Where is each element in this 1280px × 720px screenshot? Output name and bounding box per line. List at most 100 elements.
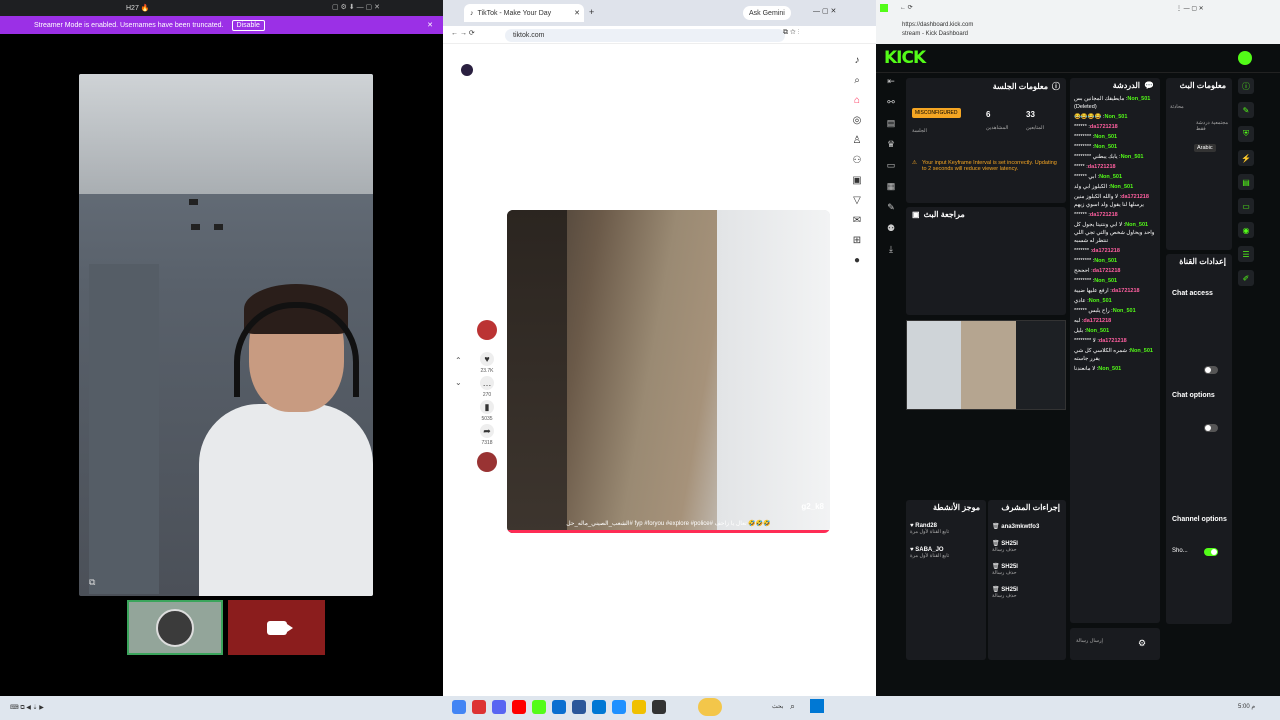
trash-icon[interactable]: 🗑: [992, 524, 1001, 530]
search-box[interactable]: بحث: [772, 703, 783, 710]
chat-username[interactable]: Non_501: [1130, 348, 1153, 354]
link-icon[interactable]: ⚯: [887, 97, 895, 108]
disable-button[interactable]: Disable: [231, 19, 265, 31]
bookmark-icon[interactable]: ▮: [480, 400, 494, 414]
chat-username[interactable]: Non_501: [1089, 298, 1112, 304]
ask-gemini-button[interactable]: Ask Gemini: [743, 6, 791, 20]
chat-username[interactable]: Non_501: [1113, 308, 1136, 314]
youtube-icon[interactable]: [512, 700, 526, 714]
mod-user[interactable]: ana3mkwtfo3: [1001, 524, 1039, 530]
chat-message[interactable]: Non_501: يابك يبطني ********: [1074, 153, 1156, 161]
chat-username[interactable]: Non_501: [1094, 134, 1117, 140]
chat-message[interactable]: da1721218: ******: [1074, 123, 1156, 131]
trophy-icon[interactable]: ♛: [887, 139, 895, 150]
camera-tile[interactable]: [228, 600, 325, 655]
chat-message[interactable]: Non_501: ابي ******: [1074, 173, 1156, 181]
close-tab-icon[interactable]: ✕: [574, 9, 580, 17]
widget-icon[interactable]: [698, 698, 722, 716]
chat-username[interactable]: da1721218: [1088, 164, 1116, 170]
chat-username[interactable]: da1721218: [1121, 194, 1149, 200]
chat-username[interactable]: Non_501: [1094, 278, 1117, 284]
chat-username[interactable]: da1721218: [1090, 212, 1118, 218]
nav-buttons[interactable]: ← ⟳: [900, 4, 913, 11]
live-icon[interactable]: ▣: [852, 175, 861, 186]
kick-icon[interactable]: [532, 700, 546, 714]
chat-username[interactable]: Non_501: [1094, 258, 1117, 264]
comment-icon[interactable]: …: [480, 376, 494, 390]
user-avatar[interactable]: [1238, 51, 1252, 65]
word-icon[interactable]: [572, 700, 586, 714]
start-icon[interactable]: [810, 699, 824, 713]
chat-message[interactable]: da1721218: ******: [1074, 211, 1156, 219]
explorer-icon[interactable]: [632, 700, 646, 714]
toolbar-icons[interactable]: ⧉ ☆ ⋮: [783, 29, 799, 37]
search-icon[interactable]: ⌕: [854, 75, 860, 86]
chat-message[interactable]: da1721218: لبه: [1074, 317, 1156, 325]
activity-icon[interactable]: ▽: [853, 195, 861, 206]
chat-message[interactable]: da1721218: لا والله الكبلوز منين يرسلها …: [1074, 193, 1156, 209]
chat-message[interactable]: Non_501: مايطيقك المجانين بس (Deleted): [1074, 95, 1156, 111]
close-icon[interactable]: ✕: [427, 21, 433, 29]
chat-username[interactable]: da1721218: [1090, 124, 1118, 130]
url-field[interactable]: tiktok.com: [505, 29, 785, 42]
popout-icon[interactable]: ⧉: [89, 577, 95, 588]
bolt-tool-icon[interactable]: ⚡: [1238, 150, 1254, 166]
pen-tool-icon[interactable]: ✐: [1238, 270, 1254, 286]
chat-username[interactable]: da1721218: [1083, 318, 1111, 324]
chat-username[interactable]: Non_501: [1125, 222, 1148, 228]
kick-logo[interactable]: KICK: [884, 48, 926, 68]
window-controls[interactable]: ▢ ⚙ ⬇ — ▢ ✕: [332, 3, 380, 11]
download-icon[interactable]: ⤓: [889, 244, 893, 255]
tiktok-video[interactable]: g2_k8 🤣🤣🤣 تعال يا زاحف #fyp #foryou #exp…: [507, 210, 830, 533]
participant-tile[interactable]: [127, 600, 223, 655]
clip-icon[interactable]: ▤: [887, 118, 896, 129]
list-tool-icon[interactable]: ☰: [1238, 246, 1254, 262]
tools-icon[interactable]: ✎: [887, 202, 895, 213]
chat-message[interactable]: da1721218: احححح: [1074, 267, 1156, 275]
chat-username[interactable]: Non_501: [1086, 328, 1109, 334]
next-video-icon[interactable]: ⌄: [455, 378, 462, 387]
search-icon[interactable]: ⌕: [790, 701, 795, 712]
nav-buttons[interactable]: ← → ⟳: [451, 29, 475, 37]
chat-message[interactable]: da1721218: لا ********: [1074, 337, 1156, 345]
chat-tool-icon[interactable]: ▭: [1238, 198, 1254, 214]
chat-username[interactable]: da1721218: [1099, 338, 1127, 344]
toggle-1[interactable]: [1204, 366, 1218, 376]
chat-message[interactable]: Non_501: بليل: [1074, 327, 1156, 335]
prev-video-icon[interactable]: ⌃: [455, 356, 462, 365]
kick-url[interactable]: https://dashboard.kick.com: [902, 22, 973, 28]
chat-message[interactable]: da1721218: ارفع عليها ضبية: [1074, 287, 1156, 295]
chat-username[interactable]: Non_501: [1127, 96, 1150, 102]
edge-icon[interactable]: [592, 700, 606, 714]
chat-message[interactable]: Non_501: ********: [1074, 277, 1156, 285]
chat-message[interactable]: Non_501: راح يلبس ******: [1074, 307, 1156, 315]
profile-avatar[interactable]: [461, 64, 473, 76]
app-icon[interactable]: [652, 700, 666, 714]
video-progress-bar[interactable]: [507, 530, 830, 533]
chat-message[interactable]: Non_501: عادي: [1074, 297, 1156, 305]
home-icon[interactable]: ⌂: [854, 95, 860, 106]
upload-icon[interactable]: ⊞: [853, 235, 861, 246]
chat-username[interactable]: Non_501: [1099, 174, 1122, 180]
language-tag[interactable]: Arabic: [1194, 144, 1216, 152]
stream-preview[interactable]: [906, 320, 1066, 410]
chat-message[interactable]: da1721218: *****: [1074, 163, 1156, 171]
profile-icon[interactable]: ●: [854, 255, 860, 266]
chat-message[interactable]: Non_501: شمره الكلاسي كل شي يقرر جاسته: [1074, 347, 1156, 363]
like-icon[interactable]: ♥: [480, 352, 494, 366]
sound-disc[interactable]: [477, 452, 497, 472]
chat-username[interactable]: Non_501: [1121, 154, 1144, 160]
chat-username[interactable]: Non_501: [1094, 144, 1117, 150]
explore-icon[interactable]: ◎: [853, 115, 862, 126]
webcam-video[interactable]: ⧉: [79, 74, 373, 596]
chat-message[interactable]: Non_501: لا ابي ونتنيتا يجول كل واحد ويح…: [1074, 221, 1156, 245]
chat-username[interactable]: Non_501: [1110, 184, 1133, 190]
chat-message[interactable]: Non_501: 😂😂😂😂: [1074, 113, 1156, 121]
chat-message[interactable]: Non_501: ********: [1074, 133, 1156, 141]
chat-message[interactable]: da1721218: *******: [1074, 247, 1156, 255]
tab-tiktok[interactable]: ♪ TikTok - Make Your Day ✕: [464, 4, 584, 22]
messages-icon[interactable]: ✉: [853, 215, 861, 226]
chat-username[interactable]: Non_501: [1098, 366, 1121, 372]
creator-avatar[interactable]: [477, 320, 497, 340]
share-icon[interactable]: ➦: [480, 424, 494, 438]
